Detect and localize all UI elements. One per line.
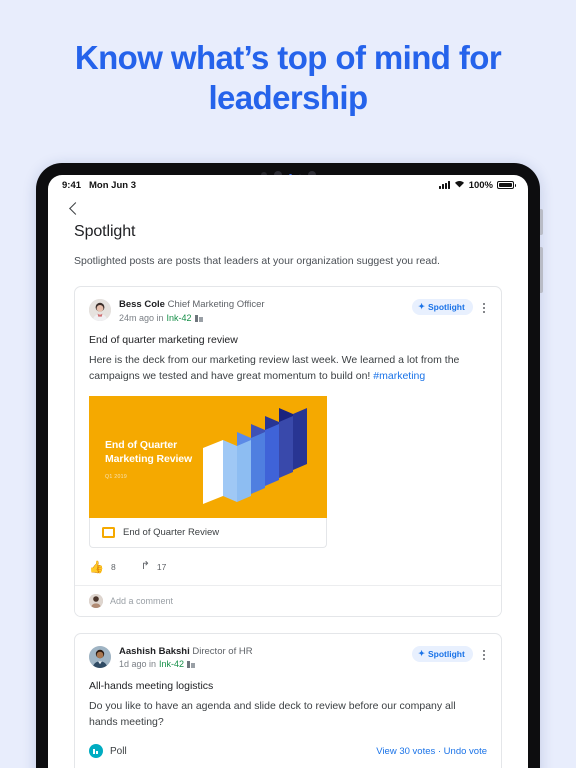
spotlight-page: Spotlight Spotlighted posts are posts th… [48, 217, 528, 768]
sparkle-icon: ✦ [418, 301, 425, 311]
spotlight-badge[interactable]: ✦ Spotlight [412, 645, 473, 662]
sparkle-icon: ✦ [418, 648, 425, 658]
chevron-left-icon[interactable] [69, 202, 82, 215]
share-arrow-icon[interactable]: ↱ [141, 561, 150, 572]
status-time: 9:41 [62, 179, 82, 191]
post-title: End of quarter marketing review [89, 333, 238, 346]
post-timestamp: 24m ago in [119, 312, 164, 323]
share-action[interactable]: ↱ 17 [141, 561, 167, 572]
battery-percent: 100% [468, 179, 493, 191]
comment-placeholder[interactable]: Add a comment [110, 596, 173, 606]
post-overflow-menu-button[interactable] [481, 646, 487, 665]
attachment-name: End of Quarter Review [123, 526, 220, 538]
post-author-role: Director of HR [192, 645, 253, 657]
poll-actions-link[interactable]: View 30 votes · Undo vote [376, 746, 487, 757]
volume-down-button[interactable] [540, 247, 543, 293]
page-headline: Know what’s top of mind for leadership [74, 39, 502, 116]
post-group-link[interactable]: Ink-42 [159, 659, 184, 669]
poll-label: Poll [110, 745, 127, 757]
spotlight-badge[interactable]: ✦ Spotlight [412, 298, 473, 315]
organization-icon [187, 660, 196, 669]
avatar[interactable] [89, 645, 111, 668]
post-header: Aashish Bakshi Director of HR 1d ago in … [89, 645, 487, 670]
reaction-bar: 👍 8 ↱ 17 [89, 548, 487, 585]
layered-sheets-graphic [197, 407, 317, 508]
post-hashtag[interactable]: #marketing [373, 370, 425, 382]
wifi-icon [454, 180, 465, 191]
organization-icon [194, 314, 203, 322]
battery-icon [497, 180, 516, 190]
tablet-device-frame: 9:41 Mon Jun 3 100% Spotlight Spotlighte… [36, 163, 543, 768]
poll-header: Poll View 30 votes · Undo vote [89, 744, 487, 759]
post-group-link[interactable]: Ink-42 [167, 313, 192, 323]
post-header: Bess Cole Chief Marketing Officer 24m ag… [89, 298, 487, 323]
slide-subtitle: Q1 2019 [105, 473, 128, 480]
poll-icon [89, 744, 103, 759]
page-title: Spotlight [74, 223, 136, 240]
post-body: Do you like to have an agenda and slide … [89, 700, 456, 729]
slide-title-line2: Marketing Review [105, 453, 193, 466]
like-action[interactable]: 👍 8 [89, 561, 116, 573]
app-content: Spotlight Spotlighted posts are posts th… [48, 195, 528, 768]
post-author-name[interactable]: Aashish Bakshi [119, 646, 190, 657]
post-body: Here is the deck from our marketing revi… [89, 353, 487, 385]
page-description: Spotlighted posts are posts that leaders… [74, 255, 440, 267]
slides-file-icon [102, 526, 115, 538]
spotlight-badge-label: Spotlight [427, 301, 465, 312]
status-date: Mon Jun 3 [89, 179, 136, 191]
cellular-signal-icon [438, 181, 450, 189]
post-title: All-hands meeting logistics [89, 680, 214, 693]
add-comment-row[interactable]: Add a comment [75, 584, 501, 616]
device-screen: 9:41 Mon Jun 3 100% Spotlight Spotlighte… [48, 175, 528, 768]
post-card[interactable]: Aashish Bakshi Director of HR 1d ago in … [74, 632, 502, 768]
thumbs-up-icon[interactable]: 👍 [89, 561, 104, 573]
post-overflow-menu-button[interactable] [481, 299, 487, 318]
back-navigation[interactable] [48, 195, 528, 217]
volume-up-button[interactable] [540, 209, 543, 235]
slide-title-line1: End of Quarter [105, 438, 178, 451]
post-author-role: Chief Marketing Officer [167, 298, 265, 310]
status-bar: 9:41 Mon Jun 3 100% [48, 175, 528, 195]
avatar[interactable] [89, 298, 111, 321]
slide-thumbnail[interactable]: End of Quarter Marketing Review Q1 2019 [89, 395, 327, 518]
spotlight-badge-label: Spotlight [427, 648, 465, 659]
current-user-avatar [89, 593, 103, 608]
like-count: 8 [110, 561, 116, 572]
post-card[interactable]: Bess Cole Chief Marketing Officer 24m ag… [74, 285, 502, 617]
share-count: 17 [156, 561, 167, 572]
attachment-bar[interactable]: End of Quarter Review [89, 517, 327, 548]
post-timestamp: 1d ago in [119, 659, 157, 670]
post-author-name[interactable]: Bess Cole [119, 299, 165, 310]
slide-attachment-preview[interactable]: End of Quarter Marketing Review Q1 2019 [89, 395, 487, 548]
